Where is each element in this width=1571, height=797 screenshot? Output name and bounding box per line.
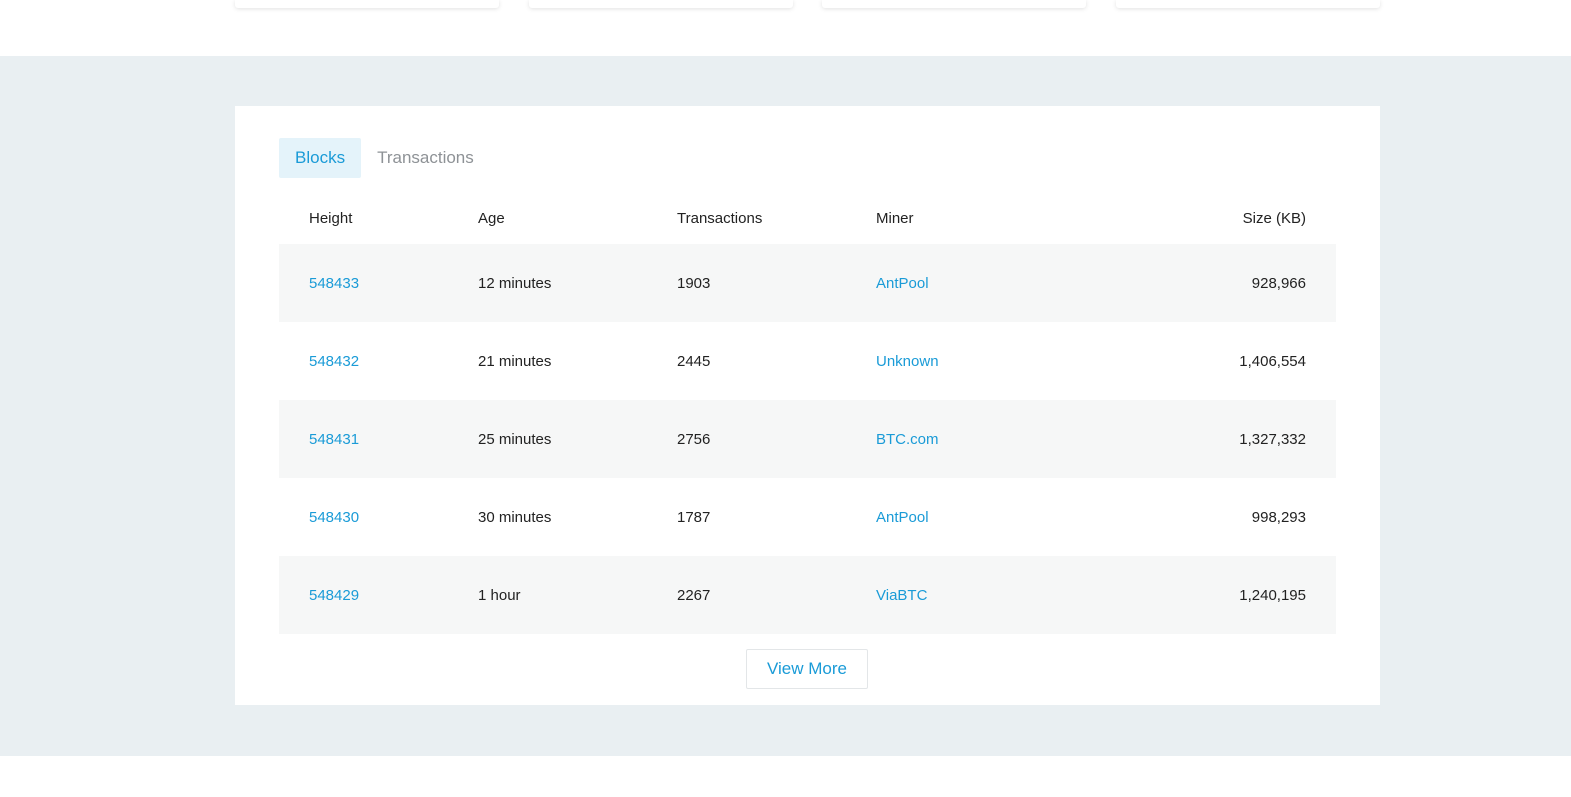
block-height-link[interactable]: 548430 bbox=[279, 509, 478, 526]
column-header-size: Size (KB) bbox=[1242, 210, 1306, 227]
block-height-link[interactable]: 548432 bbox=[279, 353, 478, 370]
block-age: 30 minutes bbox=[478, 508, 552, 526]
block-transactions: 2756 bbox=[677, 430, 711, 448]
summary-card bbox=[822, 0, 1086, 8]
column-header-age: Age bbox=[478, 210, 505, 227]
view-more-button[interactable]: View More bbox=[746, 649, 868, 689]
content-band: Blocks Transactions Height Age Transacti… bbox=[0, 56, 1571, 756]
block-age: 12 minutes bbox=[478, 274, 552, 292]
block-age: 25 minutes bbox=[478, 430, 552, 448]
tab-bar: Blocks Transactions bbox=[279, 138, 490, 178]
latest-panel: Blocks Transactions Height Age Transacti… bbox=[235, 106, 1380, 705]
block-age: 21 minutes bbox=[478, 352, 552, 370]
block-size: 998,293 bbox=[1251, 508, 1306, 526]
table-row: 548430 30 minutes 1787 AntPool 998,293 bbox=[279, 478, 1336, 556]
top-strip bbox=[0, 0, 1571, 56]
block-transactions: 2267 bbox=[677, 586, 711, 604]
tab-transactions[interactable]: Transactions bbox=[361, 138, 490, 178]
tab-blocks[interactable]: Blocks bbox=[279, 138, 362, 178]
block-transactions: 1787 bbox=[677, 508, 711, 526]
block-height-link[interactable]: 548433 bbox=[279, 275, 478, 292]
block-miner-link[interactable]: AntPool bbox=[876, 509, 1076, 526]
block-miner-link[interactable]: ViaBTC bbox=[876, 587, 1076, 604]
summary-card bbox=[529, 0, 793, 8]
block-size: 928,966 bbox=[1251, 274, 1306, 292]
block-miner-link[interactable]: Unknown bbox=[876, 353, 1076, 370]
block-size: 1,240,195 bbox=[1239, 586, 1306, 604]
block-miner-link[interactable]: AntPool bbox=[876, 275, 1076, 292]
summary-card bbox=[235, 0, 499, 8]
block-size: 1,406,554 bbox=[1239, 352, 1306, 370]
table-row: 548433 12 minutes 1903 AntPool 928,966 bbox=[279, 244, 1336, 322]
table-row: 548429 1 hour 2267 ViaBTC 1,240,195 bbox=[279, 556, 1336, 634]
block-height-link[interactable]: 548431 bbox=[279, 431, 478, 448]
column-header-miner: Miner bbox=[876, 210, 914, 227]
block-transactions: 1903 bbox=[677, 274, 711, 292]
block-transactions: 2445 bbox=[677, 352, 711, 370]
blocks-table: Height Age Transactions Miner Size (KB) … bbox=[279, 202, 1336, 634]
table-row: 548431 25 minutes 2756 BTC.com 1,327,332 bbox=[279, 400, 1336, 478]
block-miner-link[interactable]: BTC.com bbox=[876, 431, 1076, 448]
block-height-link[interactable]: 548429 bbox=[279, 587, 478, 604]
column-header-transactions: Transactions bbox=[677, 210, 763, 227]
column-header-height: Height bbox=[309, 210, 353, 227]
table-header-row: Height Age Transactions Miner Size (KB) bbox=[279, 202, 1336, 244]
block-size: 1,327,332 bbox=[1239, 430, 1306, 448]
summary-card bbox=[1116, 0, 1380, 8]
table-row: 548432 21 minutes 2445 Unknown 1,406,554 bbox=[279, 322, 1336, 400]
block-age: 1 hour bbox=[478, 586, 521, 604]
